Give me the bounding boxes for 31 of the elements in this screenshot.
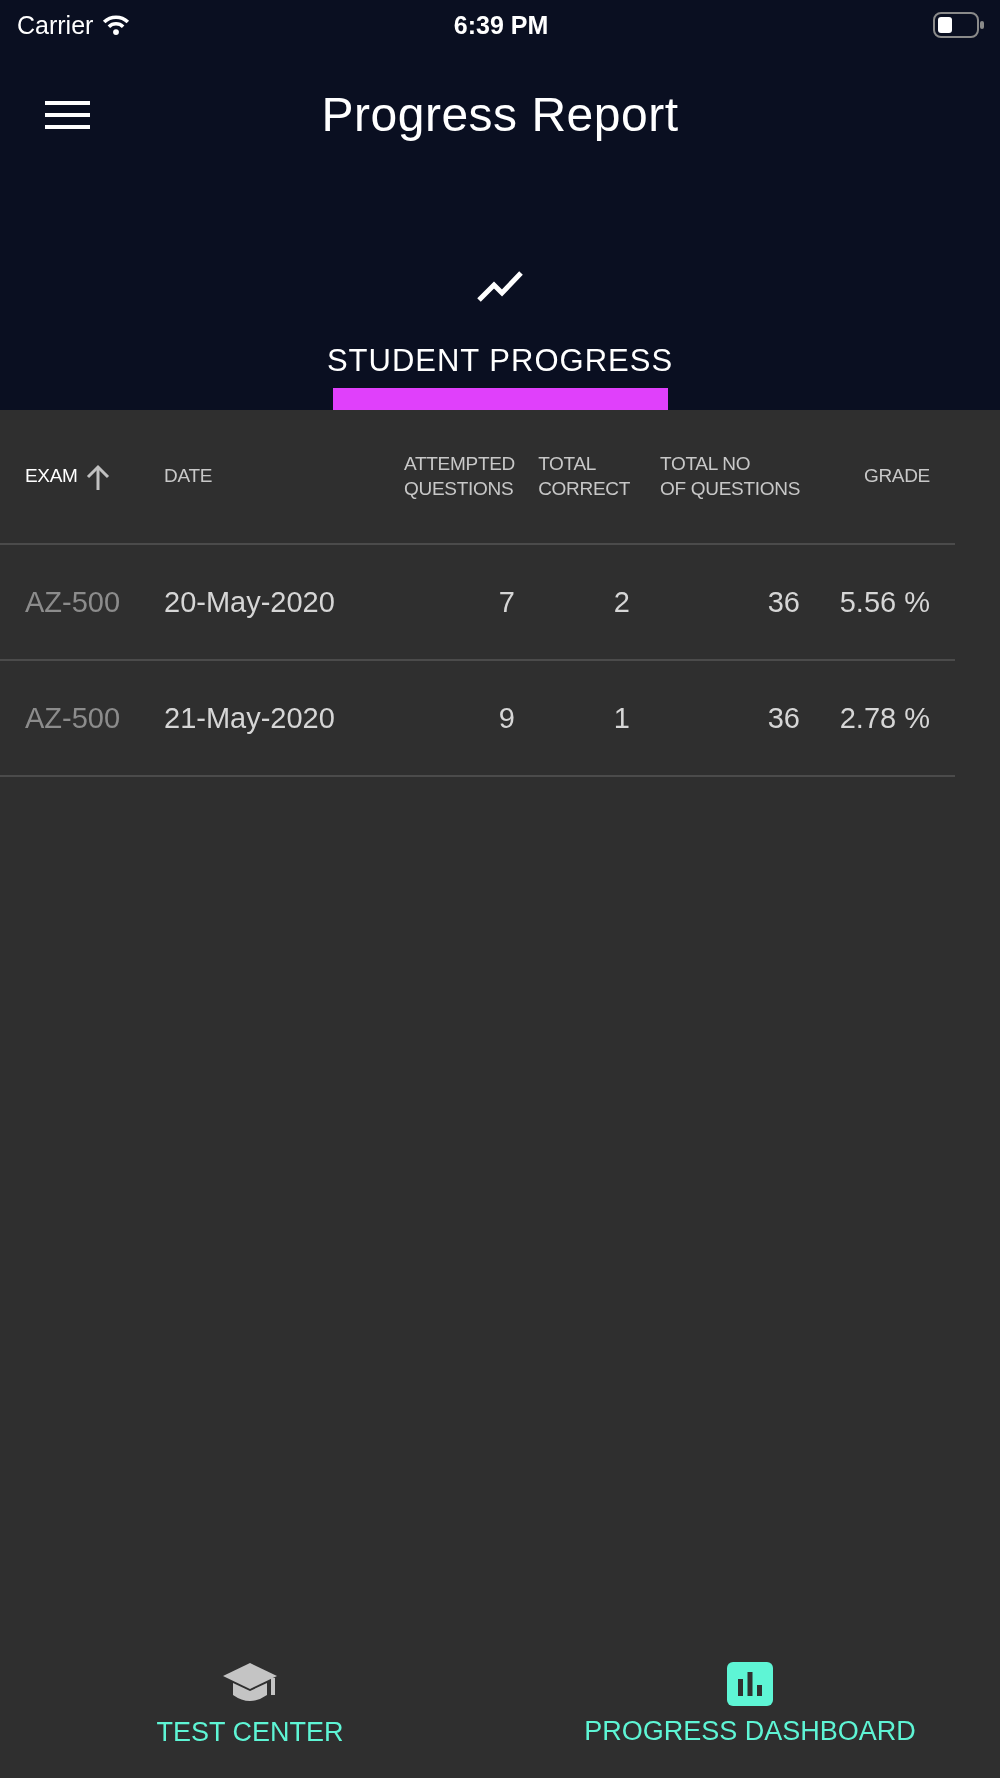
column-header[interactable]: TOTAL NO OF QUESTIONS [660, 451, 800, 502]
table-cell: 9 [498, 701, 515, 735]
carrier-name: Carrier [17, 10, 94, 40]
column-header[interactable]: DATE [164, 464, 213, 489]
table-cell: 21-May-2020 [164, 701, 335, 735]
nav-tab[interactable]: TEST CENTER [156, 1662, 344, 1746]
bar-chart-icon [727, 1662, 773, 1706]
table-cell: AZ-500 [25, 701, 121, 735]
menu-icon [45, 101, 90, 129]
table-cell: 20-May-2020 [164, 585, 335, 619]
table-cell: AZ-500 [25, 585, 121, 619]
battery-icon [933, 12, 985, 38]
table-cell: 36 [767, 701, 800, 735]
column-header[interactable]: GRADE [863, 464, 930, 489]
page-title: Progress Report [321, 87, 679, 143]
table-cell: 5.56 % [839, 585, 930, 619]
column-header[interactable]: TOTAL CORRECT [538, 451, 630, 502]
menu-button[interactable] [45, 101, 90, 129]
table-cell: 2 [613, 585, 630, 619]
table-cell: 36 [767, 585, 800, 619]
table-cell: 1 [613, 701, 630, 735]
trend-line-icon [476, 270, 524, 303]
nav-tab[interactable]: PROGRESS DASHBOARD [584, 1662, 916, 1745]
table-cell: 2.78 % [839, 701, 930, 735]
arrow-up-icon [85, 463, 110, 490]
status-time: 6:39 PM [453, 10, 549, 40]
column-header[interactable]: ATTEMPTED QUESTIONS [404, 451, 515, 502]
column-header[interactable]: EXAM [25, 463, 110, 490]
tab[interactable]: STUDENT PROGRESS [326, 270, 674, 380]
wifi-icon [101, 14, 132, 36]
table-cell: 7 [498, 585, 515, 619]
